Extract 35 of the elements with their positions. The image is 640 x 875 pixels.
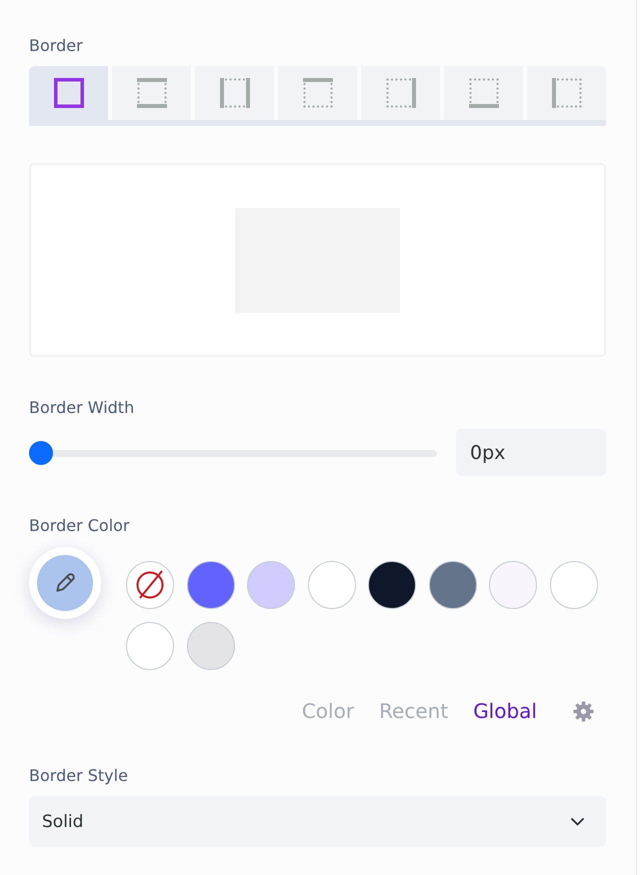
border-right-icon xyxy=(386,78,416,108)
border-side-tab[interactable] xyxy=(112,66,191,120)
color-swatch[interactable] xyxy=(428,561,476,609)
border-left-right-icon xyxy=(220,78,250,108)
border-side-tab[interactable] xyxy=(444,66,523,120)
color-swatch[interactable] xyxy=(368,561,416,609)
border-side-tab[interactable] xyxy=(527,66,606,120)
color-swatch[interactable] xyxy=(186,561,234,609)
border-style-label: Border Style xyxy=(29,766,129,786)
slider-thumb[interactable] xyxy=(29,440,53,464)
color-swatch[interactable] xyxy=(308,561,356,609)
settings-icon[interactable] xyxy=(573,700,594,722)
color-swatch[interactable] xyxy=(247,561,295,609)
slider-track[interactable] xyxy=(29,440,437,464)
chevron-down-icon xyxy=(571,818,584,826)
border-side-tab[interactable] xyxy=(195,66,274,120)
color-swatch[interactable] xyxy=(126,622,174,670)
border-side-tab[interactable] xyxy=(278,66,357,120)
border-top-icon xyxy=(302,78,332,108)
border-left-icon xyxy=(552,78,582,108)
color-source-tab[interactable]: Global xyxy=(473,699,537,723)
border-width-label: Border Width xyxy=(29,398,136,418)
border-top-bottom-icon xyxy=(136,78,166,108)
border-label: Border xyxy=(29,36,84,56)
color-swatch[interactable] xyxy=(186,622,234,670)
no-color-swatch[interactable] xyxy=(126,561,174,609)
border-side-tab[interactable] xyxy=(29,66,108,120)
border-bottom-icon xyxy=(468,78,498,108)
border-color-label: Border Color xyxy=(29,516,130,536)
border-side-tab[interactable] xyxy=(361,66,440,120)
color-swatch[interactable] xyxy=(489,561,537,609)
border-style-select[interactable]: Solid xyxy=(29,796,606,847)
border-all-icon xyxy=(54,78,84,108)
width-input[interactable]: 0px xyxy=(456,429,606,476)
color-swatch[interactable] xyxy=(550,561,598,609)
